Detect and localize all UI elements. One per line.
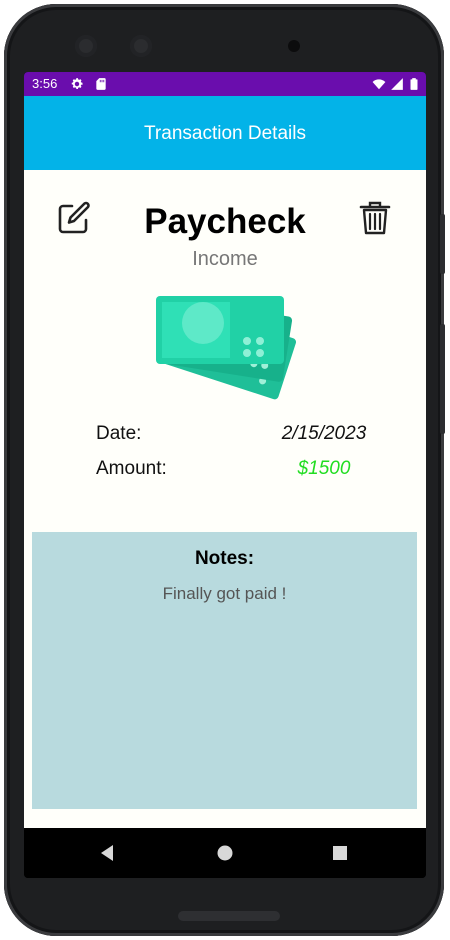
trash-icon (359, 201, 391, 235)
status-time: 3:56 (32, 76, 58, 91)
notes-panel: Notes: Finally got paid ! (32, 532, 417, 809)
amount-value: $1500 (297, 458, 351, 479)
amount-label: Amount: (96, 458, 167, 479)
home-icon[interactable] (216, 844, 234, 862)
back-icon[interactable] (99, 844, 115, 862)
navigation-bar (24, 828, 426, 878)
money-bills-icon (156, 296, 297, 400)
delete-button[interactable] (355, 198, 395, 238)
wifi-icon (372, 79, 386, 90)
status-bar: 3:56 (24, 72, 426, 96)
sd-card-icon (96, 78, 106, 90)
date-label: Date: (96, 423, 142, 444)
signal-icon (391, 78, 403, 90)
front-camera-right (130, 35, 152, 57)
proximity-sensor (288, 40, 300, 52)
date-value: 2/15/2023 (281, 423, 367, 444)
recents-icon[interactable] (332, 845, 348, 861)
settings-icon (71, 78, 83, 89)
app-bar: Transaction Details (24, 96, 426, 170)
bottom-speaker (178, 911, 280, 921)
app-bar-title: Transaction Details (144, 123, 306, 144)
front-camera-left (75, 35, 97, 57)
power-button (440, 214, 445, 274)
volume-button (440, 324, 445, 434)
transaction-type: Income (192, 248, 258, 270)
battery-icon (410, 78, 418, 90)
notes-text: Finally got paid ! (162, 584, 287, 603)
screen: 3:56 Transaction Details Paycheck Income (24, 72, 426, 878)
notes-heading: Notes: (194, 548, 255, 569)
transaction-details: Paycheck Income Date: 2/15/2023 Amount: … (24, 170, 426, 828)
